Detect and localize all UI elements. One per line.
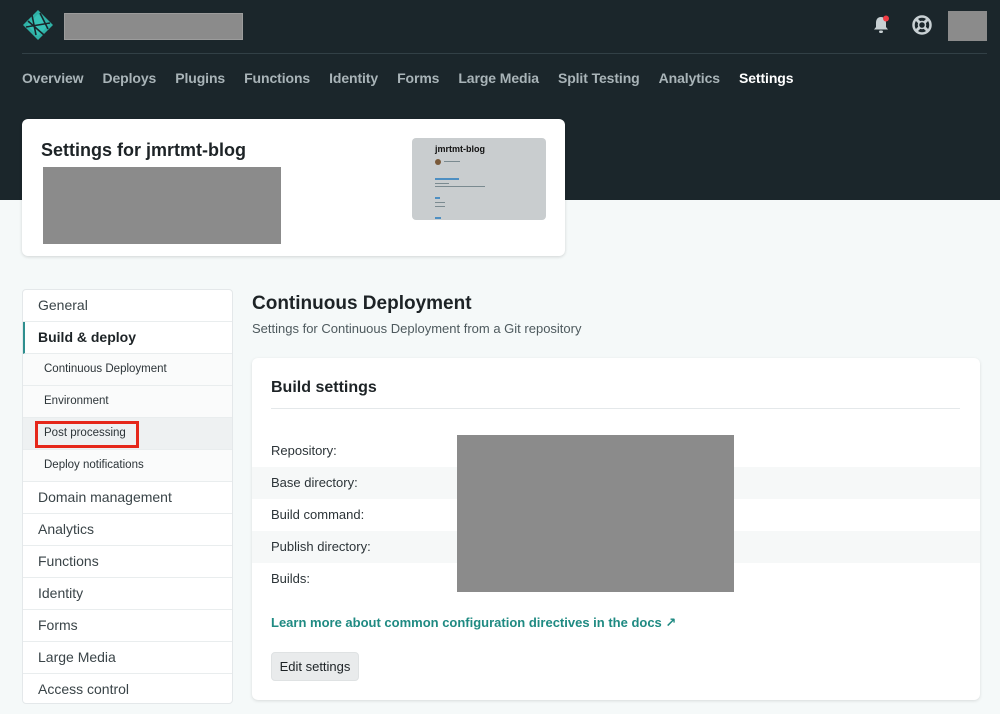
header-divider bbox=[22, 53, 987, 54]
build-settings-panel: Build settings Repository: Base director… bbox=[252, 358, 980, 700]
nav-deploys[interactable]: Deploys bbox=[102, 69, 156, 89]
sidebar-item-domain-management[interactable]: Domain management bbox=[23, 482, 232, 514]
sidebar-subitem-label: Continuous Deployment bbox=[44, 363, 167, 375]
preview-line bbox=[435, 217, 441, 219]
sidebar-item-access-control[interactable]: Access control bbox=[23, 674, 232, 706]
nav-plugins[interactable]: Plugins bbox=[175, 69, 225, 89]
settings-sidebar: General Build & deploy Continuous Deploy… bbox=[22, 289, 233, 704]
sidebar-item-large-media[interactable]: Large Media bbox=[23, 642, 232, 674]
sidebar-subitem-label: Deploy notifications bbox=[44, 459, 144, 471]
edit-settings-button[interactable]: Edit settings bbox=[271, 652, 359, 681]
sidebar-subitem-post-processing[interactable]: Post processing bbox=[23, 418, 232, 450]
section-title: Continuous Deployment bbox=[252, 293, 472, 314]
setting-label: Repository: bbox=[271, 443, 337, 458]
preview-avatar bbox=[435, 159, 441, 165]
sidebar-subitem-label: Environment bbox=[44, 395, 109, 407]
nav-split-testing[interactable]: Split Testing bbox=[558, 69, 640, 89]
sidebar-item-forms[interactable]: Forms bbox=[23, 610, 232, 642]
nav-analytics[interactable]: Analytics bbox=[659, 69, 720, 89]
nav-identity[interactable]: Identity bbox=[329, 69, 378, 89]
sidebar-item-analytics[interactable]: Analytics bbox=[23, 514, 232, 546]
lifebuoy-icon[interactable] bbox=[910, 13, 934, 37]
sidebar-item-build-deploy[interactable]: Build & deploy bbox=[23, 322, 232, 354]
sidebar-item-functions[interactable]: Functions bbox=[23, 546, 232, 578]
nav-forms[interactable]: Forms bbox=[397, 69, 439, 89]
team-selector[interactable] bbox=[64, 13, 243, 40]
preview-line bbox=[435, 186, 485, 187]
preview-line bbox=[435, 206, 445, 207]
preview-site-title: jmrtmt-blog bbox=[435, 144, 485, 154]
panel-title: Build settings bbox=[271, 379, 377, 396]
page-title: Settings for jmrtmt-blog bbox=[41, 140, 246, 160]
bell-icon[interactable] bbox=[869, 13, 893, 37]
preview-line bbox=[435, 197, 440, 199]
main-nav: Overview Deploys Plugins Functions Ident… bbox=[22, 69, 812, 89]
setting-label: Builds: bbox=[271, 571, 311, 586]
setting-values-redacted bbox=[457, 435, 734, 592]
preview-line bbox=[435, 183, 449, 184]
nav-large-media[interactable]: Large Media bbox=[458, 69, 539, 89]
avatar[interactable] bbox=[948, 11, 987, 41]
nav-functions[interactable]: Functions bbox=[244, 69, 310, 89]
preview-line bbox=[444, 161, 460, 162]
preview-line bbox=[435, 178, 459, 180]
panel-divider bbox=[271, 408, 960, 409]
sidebar-subitem-label: Post processing bbox=[44, 427, 126, 439]
setting-label: Build command: bbox=[271, 507, 365, 522]
setting-label: Base directory: bbox=[271, 475, 358, 490]
netlify-logo-icon[interactable] bbox=[22, 9, 54, 41]
nav-settings[interactable]: Settings bbox=[739, 69, 794, 89]
docs-link[interactable]: Learn more about common configuration di… bbox=[271, 615, 676, 631]
sidebar-subitem-environment[interactable]: Environment bbox=[23, 386, 232, 418]
nav-overview[interactable]: Overview bbox=[22, 69, 84, 89]
site-overview-card: Settings for jmrtmt-blog jmrtmt-blog bbox=[22, 119, 565, 256]
topbar bbox=[0, 0, 1000, 54]
section-subtitle: Settings for Continuous Deployment from … bbox=[252, 321, 582, 336]
site-details-redacted bbox=[43, 167, 281, 244]
sidebar-item-general[interactable]: General bbox=[23, 290, 232, 322]
sidebar-subitem-continuous-deployment[interactable]: Continuous Deployment bbox=[23, 354, 232, 386]
sidebar-item-identity[interactable]: Identity bbox=[23, 578, 232, 610]
sidebar-subitem-deploy-notifications[interactable]: Deploy notifications bbox=[23, 450, 232, 482]
site-preview-thumbnail[interactable]: jmrtmt-blog bbox=[412, 138, 546, 220]
setting-label: Publish directory: bbox=[271, 539, 371, 554]
preview-line bbox=[435, 202, 445, 203]
